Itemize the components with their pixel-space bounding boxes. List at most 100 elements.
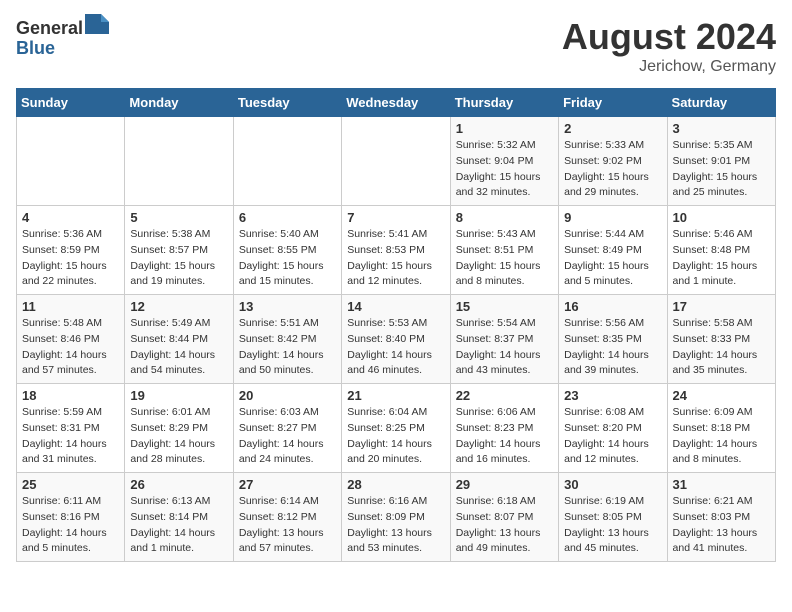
day-info: Sunrise: 6:11 AMSunset: 8:16 PMDaylight:… xyxy=(22,494,119,557)
calendar-cell: 26 Sunrise: 6:13 AMSunset: 8:14 PMDayligh… xyxy=(125,473,233,562)
logo: General Blue xyxy=(16,16,109,59)
day-number: 13 xyxy=(239,299,336,314)
day-info: Sunrise: 6:18 AMSunset: 8:07 PMDaylight:… xyxy=(456,494,553,557)
day-number: 3 xyxy=(673,121,770,136)
calendar-cell xyxy=(342,117,450,206)
calendar-cell: 24 Sunrise: 6:09 AMSunset: 8:18 PMDayligh… xyxy=(667,384,775,473)
calendar-cell: 30Sunrise: 6:19 AMSunset: 8:05 PMDayligh… xyxy=(559,473,667,562)
day-info: Sunrise: 6:21 AMSunset: 8:03 PMDaylight:… xyxy=(673,494,770,557)
calendar-cell: 16 Sunrise: 5:56 AMSunset: 8:35 PMDayligh… xyxy=(559,295,667,384)
calendar-cell: 8Sunrise: 5:43 AMSunset: 8:51 PMDaylight… xyxy=(450,206,558,295)
day-number: 24 xyxy=(673,388,770,403)
location: Jerichow, Germany xyxy=(562,58,776,76)
day-number: 22 xyxy=(456,388,553,403)
calendar-cell: 25 Sunrise: 6:11 AMSunset: 8:16 PMDayligh… xyxy=(17,473,125,562)
calendar-cell: 14 Sunrise: 5:53 AMSunset: 8:40 PMDayligh… xyxy=(342,295,450,384)
day-info: Sunrise: 5:38 AMSunset: 8:57 PMDaylight:… xyxy=(130,227,227,290)
calendar-cell: 2 Sunrise: 5:33 AMSunset: 9:02 PMDaylight… xyxy=(559,117,667,206)
calendar-cell: 5 Sunrise: 5:38 AMSunset: 8:57 PMDaylight… xyxy=(125,206,233,295)
day-number: 10 xyxy=(673,210,770,225)
day-number: 30 xyxy=(564,477,661,492)
day-number: 14 xyxy=(347,299,444,314)
calendar-cell: 19Sunrise: 6:01 AMSunset: 8:29 PMDayligh… xyxy=(125,384,233,473)
calendar-cell: 17 Sunrise: 5:58 AMSunset: 8:33 PMDayligh… xyxy=(667,295,775,384)
calendar-cell: 13 Sunrise: 5:51 AMSunset: 8:42 PMDayligh… xyxy=(233,295,341,384)
day-info: Sunrise: 6:08 AMSunset: 8:20 PMDaylight:… xyxy=(564,405,661,468)
day-info: Sunrise: 6:09 AMSunset: 8:18 PMDaylight:… xyxy=(673,405,770,468)
day-info: Sunrise: 6:03 AMSunset: 8:27 PMDaylight:… xyxy=(239,405,336,468)
calendar-cell: 29 Sunrise: 6:18 AMSunset: 8:07 PMDayligh… xyxy=(450,473,558,562)
day-number: 29 xyxy=(456,477,553,492)
logo-icon xyxy=(85,14,109,34)
day-number: 8 xyxy=(456,210,553,225)
calendar-cell: 20 Sunrise: 6:03 AMSunset: 8:27 PMDayligh… xyxy=(233,384,341,473)
day-info: Sunrise: 5:51 AMSunset: 8:42 PMDaylight:… xyxy=(239,316,336,379)
day-number: 16 xyxy=(564,299,661,314)
header-day-thursday: Thursday xyxy=(450,89,558,117)
day-number: 7 xyxy=(347,210,444,225)
day-info: Sunrise: 5:32 AMSunset: 9:04 PMDaylight:… xyxy=(456,138,553,201)
calendar-cell: 4 Sunrise: 5:36 AMSunset: 8:59 PMDaylight… xyxy=(17,206,125,295)
day-info: Sunrise: 5:58 AMSunset: 8:33 PMDaylight:… xyxy=(673,316,770,379)
calendar-cell: 6 Sunrise: 5:40 AMSunset: 8:55 PMDaylight… xyxy=(233,206,341,295)
day-info: Sunrise: 6:14 AMSunset: 8:12 PMDaylight:… xyxy=(239,494,336,557)
calendar-cell: 27Sunrise: 6:14 AMSunset: 8:12 PMDayligh… xyxy=(233,473,341,562)
calendar-cell: 28 Sunrise: 6:16 AMSunset: 8:09 PMDayligh… xyxy=(342,473,450,562)
header-day-friday: Friday xyxy=(559,89,667,117)
logo-general: General xyxy=(16,18,83,38)
day-info: Sunrise: 5:54 AMSunset: 8:37 PMDaylight:… xyxy=(456,316,553,379)
day-number: 6 xyxy=(239,210,336,225)
calendar-cell: 22 Sunrise: 6:06 AMSunset: 8:23 PMDayligh… xyxy=(450,384,558,473)
calendar-cell xyxy=(233,117,341,206)
day-info: Sunrise: 6:13 AMSunset: 8:14 PMDaylight:… xyxy=(130,494,227,557)
calendar-cell: 18Sunrise: 5:59 AMSunset: 8:31 PMDayligh… xyxy=(17,384,125,473)
header-day-tuesday: Tuesday xyxy=(233,89,341,117)
day-info: Sunrise: 5:40 AMSunset: 8:55 PMDaylight:… xyxy=(239,227,336,290)
day-number: 21 xyxy=(347,388,444,403)
calendar-header: SundayMondayTuesdayWednesdayThursdayFrid… xyxy=(17,89,776,117)
day-info: Sunrise: 5:36 AMSunset: 8:59 PMDaylight:… xyxy=(22,227,119,290)
calendar-cell: 11 Sunrise: 5:48 AMSunset: 8:46 PMDayligh… xyxy=(17,295,125,384)
day-info: Sunrise: 6:16 AMSunset: 8:09 PMDaylight:… xyxy=(347,494,444,557)
calendar-cell: 15 Sunrise: 5:54 AMSunset: 8:37 PMDayligh… xyxy=(450,295,558,384)
calendar-table: SundayMondayTuesdayWednesdayThursdayFrid… xyxy=(16,88,776,562)
day-info: Sunrise: 5:33 AMSunset: 9:02 PMDaylight:… xyxy=(564,138,661,201)
week-row-1: 1Sunrise: 5:32 AMSunset: 9:04 PMDaylight… xyxy=(17,117,776,206)
day-info: Sunrise: 5:56 AMSunset: 8:35 PMDaylight:… xyxy=(564,316,661,379)
day-number: 31 xyxy=(673,477,770,492)
day-number: 26 xyxy=(130,477,227,492)
day-number: 25 xyxy=(22,477,119,492)
day-number: 20 xyxy=(239,388,336,403)
week-row-2: 4 Sunrise: 5:36 AMSunset: 8:59 PMDaylight… xyxy=(17,206,776,295)
day-number: 19 xyxy=(130,388,227,403)
day-info: Sunrise: 5:49 AMSunset: 8:44 PMDaylight:… xyxy=(130,316,227,379)
day-info: Sunrise: 5:46 AMSunset: 8:48 PMDaylight:… xyxy=(673,227,770,290)
day-info: Sunrise: 5:48 AMSunset: 8:46 PMDaylight:… xyxy=(22,316,119,379)
day-number: 17 xyxy=(673,299,770,314)
calendar-cell: 21Sunrise: 6:04 AMSunset: 8:25 PMDayligh… xyxy=(342,384,450,473)
day-number: 4 xyxy=(22,210,119,225)
day-number: 2 xyxy=(564,121,661,136)
calendar-cell: 3Sunrise: 5:35 AMSunset: 9:01 PMDaylight… xyxy=(667,117,775,206)
week-row-3: 11 Sunrise: 5:48 AMSunset: 8:46 PMDayligh… xyxy=(17,295,776,384)
calendar-cell: 1Sunrise: 5:32 AMSunset: 9:04 PMDaylight… xyxy=(450,117,558,206)
calendar-body: 1Sunrise: 5:32 AMSunset: 9:04 PMDaylight… xyxy=(17,117,776,562)
page-header: General Blue August 2024 Jerichow, Germa… xyxy=(16,16,776,76)
day-number: 28 xyxy=(347,477,444,492)
header-day-sunday: Sunday xyxy=(17,89,125,117)
day-info: Sunrise: 5:53 AMSunset: 8:40 PMDaylight:… xyxy=(347,316,444,379)
week-row-5: 25 Sunrise: 6:11 AMSunset: 8:16 PMDayligh… xyxy=(17,473,776,562)
day-number: 18 xyxy=(22,388,119,403)
month-year: August 2024 xyxy=(562,16,776,58)
logo-blue: Blue xyxy=(16,38,55,58)
day-number: 15 xyxy=(456,299,553,314)
header-day-saturday: Saturday xyxy=(667,89,775,117)
calendar-cell xyxy=(125,117,233,206)
day-number: 5 xyxy=(130,210,227,225)
day-info: Sunrise: 5:41 AMSunset: 8:53 PMDaylight:… xyxy=(347,227,444,290)
calendar-cell xyxy=(17,117,125,206)
calendar-cell: 9Sunrise: 5:44 AMSunset: 8:49 PMDaylight… xyxy=(559,206,667,295)
header-day-wednesday: Wednesday xyxy=(342,89,450,117)
day-number: 11 xyxy=(22,299,119,314)
day-info: Sunrise: 6:06 AMSunset: 8:23 PMDaylight:… xyxy=(456,405,553,468)
